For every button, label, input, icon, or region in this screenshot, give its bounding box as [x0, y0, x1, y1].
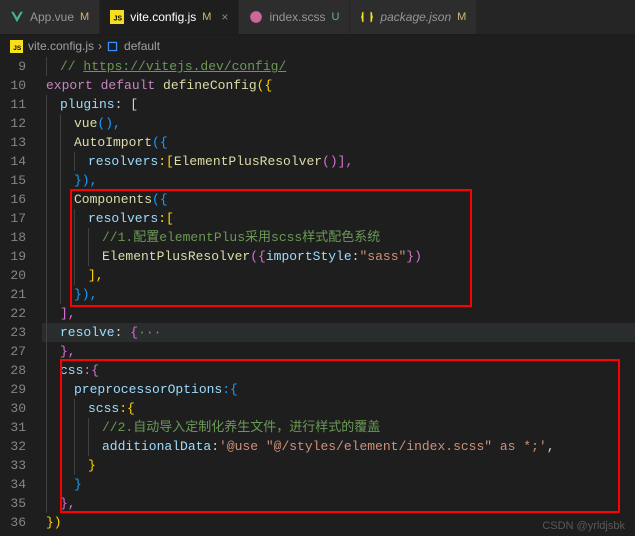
- untracked-badge: U: [331, 11, 339, 23]
- code-editor[interactable]: 9 10 11 12 13 14 15 16 17 18 19 20 21 22…: [0, 57, 635, 532]
- json-icon: [360, 10, 374, 24]
- line-gutter: 9 10 11 12 13 14 15 16 17 18 19 20 21 22…: [0, 57, 42, 532]
- tab-package-json[interactable]: package.json M: [350, 0, 477, 34]
- modified-badge: M: [80, 11, 89, 23]
- vue-icon: [10, 10, 24, 24]
- tab-label: vite.config.js: [130, 10, 196, 24]
- modified-badge: M: [457, 11, 466, 23]
- symbol-icon: [106, 39, 120, 53]
- tab-label: App.vue: [30, 10, 74, 24]
- code-area[interactable]: // https://vitejs.dev/config/ export def…: [42, 57, 635, 532]
- svg-text:JS: JS: [114, 16, 123, 23]
- watermark: CSDN @yrldjsbk: [542, 520, 625, 532]
- tab-vite-config[interactable]: JS vite.config.js M ×: [100, 0, 239, 34]
- tab-bar: App.vue M JS vite.config.js M × index.sc…: [0, 0, 635, 35]
- tab-app-vue[interactable]: App.vue M: [0, 0, 100, 34]
- chevron-right-icon: ›: [98, 39, 102, 53]
- tab-label: index.scss: [269, 10, 325, 24]
- svg-text:JS: JS: [13, 44, 22, 51]
- close-icon[interactable]: ×: [221, 10, 228, 24]
- js-icon: JS: [10, 39, 24, 53]
- breadcrumb-symbol: default: [124, 39, 160, 53]
- tab-index-scss[interactable]: index.scss U: [239, 0, 350, 34]
- tab-label: package.json: [380, 10, 451, 24]
- modified-badge: M: [202, 11, 211, 23]
- breadcrumb[interactable]: JS vite.config.js › default: [0, 35, 635, 57]
- js-icon: JS: [110, 10, 124, 24]
- scss-icon: [249, 10, 263, 24]
- breadcrumb-file: vite.config.js: [28, 39, 94, 53]
